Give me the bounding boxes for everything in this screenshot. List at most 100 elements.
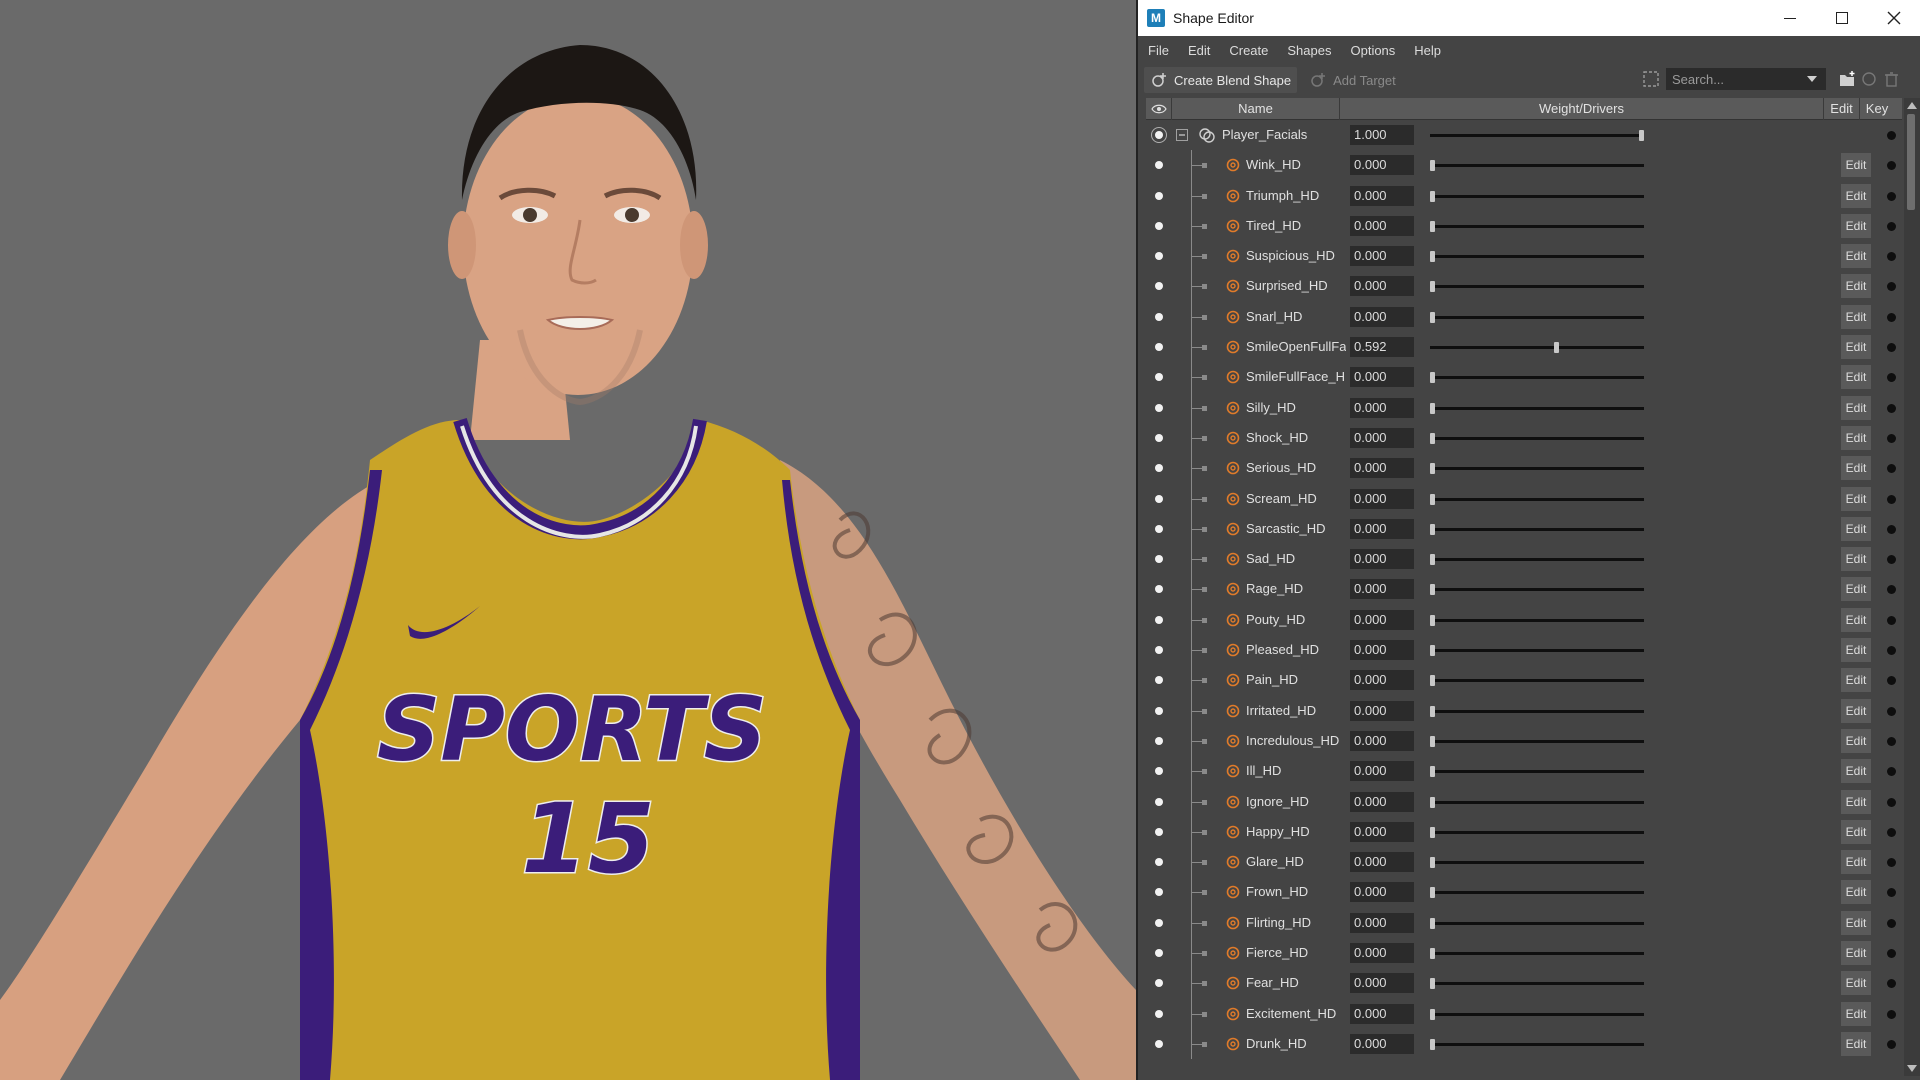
key-button[interactable] — [1887, 282, 1896, 292]
visibility-toggle[interactable] — [1155, 373, 1163, 382]
weight-slider-track[interactable] — [1430, 436, 1644, 440]
edit-target-button[interactable]: Edit — [1841, 668, 1871, 693]
target-row[interactable]: Ignore_HD 0.000 Edit — [1146, 786, 1902, 817]
visibility-toggle[interactable] — [1155, 343, 1163, 352]
weight-slider-track[interactable] — [1430, 406, 1644, 410]
weight-slider-track[interactable] — [1430, 558, 1644, 562]
edit-target-button[interactable]: Edit — [1841, 244, 1871, 269]
key-button[interactable] — [1887, 221, 1896, 231]
key-button[interactable] — [1887, 979, 1896, 989]
weight-slider-track[interactable] — [1430, 679, 1644, 683]
edit-target-button[interactable]: Edit — [1841, 395, 1871, 420]
maximize-button[interactable] — [1816, 0, 1868, 36]
target-row[interactable]: Suspicious_HD 0.000 Edit — [1146, 241, 1902, 272]
edit-target-button[interactable]: Edit — [1841, 365, 1871, 390]
visibility-toggle[interactable] — [1155, 827, 1163, 836]
weight-slider-handle[interactable] — [1430, 857, 1435, 869]
target-weight-field[interactable]: 0.000 — [1350, 488, 1414, 509]
3d-viewport[interactable]: SPORTS 15 — [0, 0, 1136, 1080]
visibility-toggle[interactable] — [1155, 252, 1163, 261]
edit-target-button[interactable]: Edit — [1841, 456, 1871, 481]
weight-slider-track[interactable] — [1430, 527, 1644, 531]
key-button[interactable] — [1887, 433, 1896, 443]
search-input[interactable] — [1666, 68, 1806, 90]
weight-slider-track[interactable] — [1430, 194, 1644, 198]
edit-target-button[interactable]: Edit — [1841, 638, 1871, 663]
select-filter-icon[interactable] — [1642, 70, 1660, 88]
weight-slider-handle[interactable] — [1430, 554, 1435, 566]
weight-slider-handle[interactable] — [1430, 584, 1435, 596]
visibility-column-header[interactable] — [1146, 98, 1172, 120]
weight-slider-track[interactable] — [1430, 861, 1644, 865]
collapse-icon[interactable] — [1176, 129, 1188, 141]
weight-slider-handle[interactable] — [1430, 463, 1435, 475]
new-group-icon[interactable] — [1838, 70, 1856, 88]
target-row[interactable]: Tired_HD 0.000 Edit — [1146, 210, 1902, 242]
target-weight-field[interactable]: 0.000 — [1350, 427, 1414, 448]
target-weight-field[interactable]: 0.000 — [1350, 276, 1414, 297]
target-weight-field[interactable]: 0.000 — [1350, 912, 1414, 933]
visibility-toggle[interactable] — [1155, 1009, 1163, 1018]
weight-slider-track[interactable] — [1430, 164, 1644, 168]
target-weight-field[interactable]: 0.000 — [1350, 700, 1414, 721]
visibility-toggle[interactable] — [1155, 858, 1163, 867]
weight-slider-handle[interactable] — [1430, 796, 1435, 808]
key-button[interactable] — [1887, 403, 1896, 413]
weight-slider-handle[interactable] — [1430, 766, 1435, 778]
weight-slider-handle[interactable] — [1430, 493, 1435, 505]
weight-slider-track[interactable] — [1430, 255, 1644, 259]
weight-slider-handle[interactable] — [1430, 675, 1435, 687]
title-bar[interactable]: M Shape Editor — [1138, 0, 1920, 36]
weight-slider-handle[interactable] — [1430, 432, 1435, 444]
weight-slider-track[interactable] — [1430, 739, 1644, 743]
edit-target-button[interactable]: Edit — [1841, 910, 1871, 935]
target-weight-field[interactable]: 0.000 — [1350, 1003, 1414, 1024]
edit-target-button[interactable]: Edit — [1841, 850, 1871, 875]
target-weight-field[interactable]: 0.000 — [1350, 973, 1414, 994]
menu-file[interactable]: File — [1148, 43, 1169, 58]
edit-target-button[interactable]: Edit — [1841, 941, 1871, 966]
weight-slider-track[interactable] — [1430, 770, 1644, 774]
key-button[interactable] — [1887, 736, 1896, 746]
visibility-toggle[interactable] — [1155, 949, 1163, 958]
weight-slider-handle[interactable] — [1430, 917, 1435, 929]
weight-slider-handle[interactable] — [1430, 826, 1435, 838]
scrollbar-thumb[interactable] — [1907, 114, 1915, 210]
visibility-toggle[interactable] — [1155, 888, 1163, 897]
key-button[interactable] — [1887, 767, 1896, 777]
edit-target-button[interactable]: Edit — [1841, 274, 1871, 299]
menu-edit[interactable]: Edit — [1188, 43, 1210, 58]
key-button[interactable] — [1887, 191, 1896, 201]
visibility-toggle[interactable] — [1155, 524, 1163, 533]
weight-slider-track[interactable] — [1430, 709, 1644, 713]
target-weight-field[interactable]: 0.000 — [1350, 943, 1414, 964]
visibility-toggle[interactable] — [1155, 797, 1163, 806]
weight-slider-track[interactable] — [1430, 1012, 1644, 1016]
weight-slider-track[interactable] — [1430, 497, 1644, 501]
weight-slider-track[interactable] — [1430, 315, 1644, 319]
target-row[interactable]: Excitement_HD 0.000 Edit — [1146, 998, 1902, 1029]
blend-shape-row[interactable]: Player_Facials 1.000 — [1146, 120, 1902, 150]
target-weight-field[interactable]: 0.000 — [1350, 549, 1414, 570]
target-row[interactable]: Wink_HD 0.000 Edit — [1146, 150, 1902, 181]
edit-target-button[interactable]: Edit — [1841, 971, 1871, 996]
target-row[interactable]: SmileFullFace_H 0.000 Edit — [1146, 362, 1902, 393]
weight-slider-handle[interactable] — [1430, 645, 1435, 657]
target-weight-field[interactable]: 0.000 — [1350, 670, 1414, 691]
target-row[interactable]: Pleased_HD 0.000 Edit — [1146, 635, 1902, 666]
weight-drivers-column-header[interactable]: Weight/Drivers — [1340, 98, 1824, 120]
weight-slider-track[interactable] — [1430, 649, 1644, 653]
edit-target-button[interactable]: Edit — [1841, 880, 1871, 905]
edit-target-button[interactable]: Edit — [1841, 789, 1871, 814]
trash-icon[interactable] — [1882, 70, 1900, 88]
target-row[interactable]: Incredulous_HD 0.000 Edit — [1146, 725, 1902, 757]
weight-slider-track[interactable] — [1430, 800, 1644, 804]
key-button[interactable] — [1887, 797, 1896, 807]
edit-target-button[interactable]: Edit — [1841, 183, 1871, 208]
target-row[interactable]: Shock_HD 0.000 Edit — [1146, 422, 1902, 454]
edit-target-button[interactable]: Edit — [1841, 304, 1871, 329]
weight-slider-handle[interactable] — [1430, 160, 1435, 172]
target-row[interactable]: Fear_HD 0.000 Edit — [1146, 968, 1902, 999]
weight-slider-handle[interactable] — [1430, 887, 1435, 899]
weight-slider-handle[interactable] — [1430, 1008, 1435, 1020]
